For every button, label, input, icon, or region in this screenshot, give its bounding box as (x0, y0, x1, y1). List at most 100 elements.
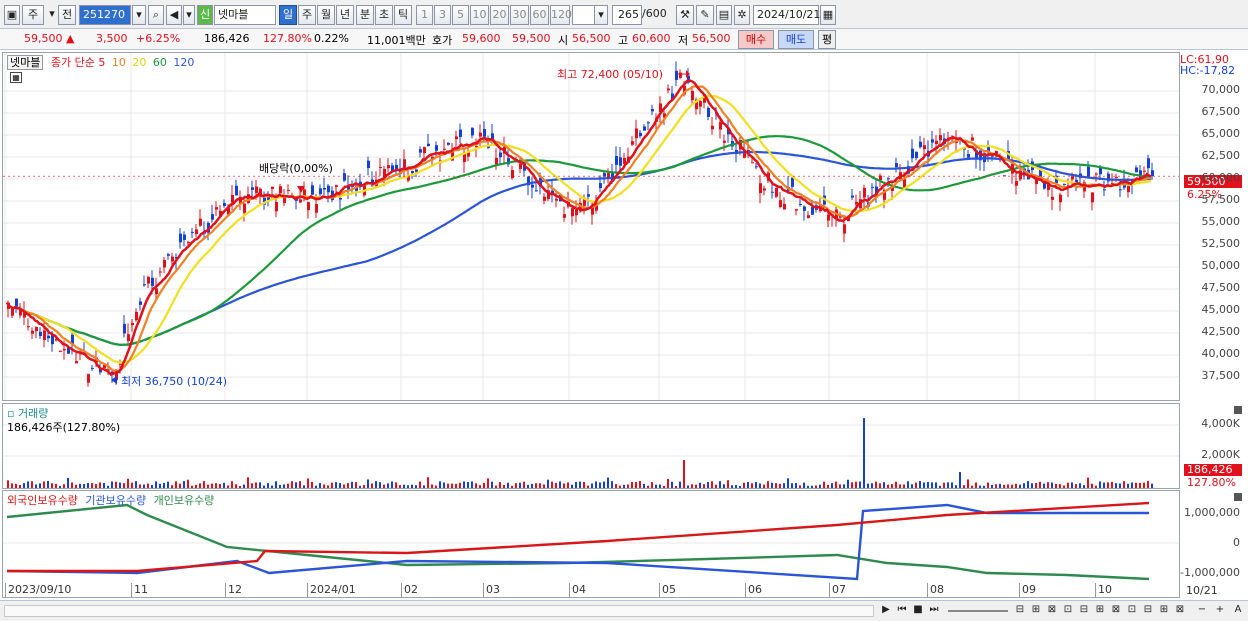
volume-bar (655, 484, 657, 488)
interval-button-3[interactable]: 10 (470, 5, 489, 25)
volume-pane[interactable]: ▫ 거래량 186,426주(127.80%) (2, 403, 1180, 489)
scroll-track[interactable] (4, 605, 874, 617)
volume-bar (1107, 482, 1109, 488)
view-icon-1[interactable]: ⊟ (1012, 603, 1028, 619)
price-chart-pane[interactable]: 넷마블 종가 단순 5 10 20 60 120 ▦ 최고 72,400 (05… (2, 52, 1180, 401)
stop-icon[interactable]: ■ (910, 603, 926, 619)
interval-button-4[interactable]: 20 (490, 5, 509, 25)
save-icon[interactable]: ▤ (716, 5, 732, 25)
volume-bar (879, 483, 881, 488)
stock-name-field[interactable]: 넷마블 (214, 5, 276, 25)
volume-bar (1051, 482, 1053, 488)
volume-bar (191, 485, 193, 488)
zoom-out-icon[interactable]: − (1194, 603, 1210, 619)
date-input[interactable]: 2024/10/21 (753, 5, 820, 25)
bar-count-input[interactable]: 265 (612, 5, 642, 25)
candle-body (151, 277, 154, 286)
close-icon[interactable] (1234, 406, 1242, 414)
volume-bar (699, 482, 701, 488)
candle-body (43, 330, 46, 341)
candle-body (799, 203, 802, 205)
view-icon-7[interactable]: ⊠ (1108, 603, 1124, 619)
legend-stock-name[interactable]: 넷마블 (7, 55, 44, 70)
speaker-icon[interactable]: ◀ (166, 5, 182, 25)
sell-button[interactable]: 매도 (778, 30, 814, 49)
view-icon-6[interactable]: ⊞ (1092, 603, 1108, 619)
close-icon[interactable] (1234, 493, 1242, 501)
volume-bar (19, 485, 21, 488)
dropdown-icon[interactable]: ▾ (47, 5, 57, 25)
candle-body (1119, 189, 1122, 191)
eval-button[interactable]: 평 (818, 30, 836, 49)
interval-button-1[interactable]: 3 (434, 5, 451, 25)
volume-bar (995, 484, 997, 488)
view-icon-9[interactable]: ⊟ (1140, 603, 1156, 619)
volume-bar (555, 482, 557, 488)
interval-button-7[interactable]: 120 (550, 5, 572, 25)
volume-bar (851, 482, 853, 488)
scroll-right-icon[interactable]: ▶ (878, 603, 894, 619)
interval-button-0[interactable]: 1 (416, 5, 433, 25)
legend-institution: 기관보유수량 (85, 494, 147, 507)
volume-bar (219, 484, 221, 488)
period-button-0[interactable]: 일 (279, 5, 297, 25)
candle-body (447, 143, 450, 145)
period-mode-select[interactable]: 주 (22, 5, 44, 25)
view-icon-11[interactable]: ⊠ (1172, 603, 1188, 619)
period-button-2[interactable]: 월 (317, 5, 335, 25)
holdings-axis-tick: -1,000,000 (1180, 566, 1240, 579)
view-icon-3[interactable]: ⊠ (1044, 603, 1060, 619)
candle-body (147, 276, 150, 284)
holdings-pane[interactable]: 외국인보유수량 기관보유수량 개인보유수량 (2, 490, 1180, 584)
table-icon[interactable]: ▦ (10, 72, 22, 83)
period-button-4[interactable]: 분 (356, 5, 374, 25)
interval-button-2[interactable]: 5 (452, 5, 469, 25)
font-size-icon[interactable]: A (1230, 603, 1246, 619)
period-button-5[interactable]: 초 (375, 5, 393, 25)
view-icon-2[interactable]: ⊞ (1028, 603, 1044, 619)
zoom-slider[interactable] (948, 610, 1008, 612)
volume-bar (415, 485, 417, 488)
tools-icon[interactable]: ⚒ (676, 5, 694, 25)
candle-body (299, 199, 302, 203)
fast-forward-icon[interactable]: ⏭ (926, 603, 942, 619)
volume-bar (1151, 483, 1153, 488)
period-button-1[interactable]: 주 (298, 5, 316, 25)
zoom-in-icon[interactable]: + (1212, 603, 1228, 619)
volume-bar (87, 483, 89, 488)
interval-button-6[interactable]: 60 (530, 5, 549, 25)
volume-bar (347, 483, 349, 488)
candle-body (143, 284, 146, 286)
view-icon-10[interactable]: ⊞ (1156, 603, 1172, 619)
interval-button-5[interactable]: 30 (510, 5, 529, 25)
search-icon[interactable]: ⌕ (148, 5, 164, 25)
window-icon[interactable]: ▣ (4, 5, 20, 25)
volume-bar (695, 484, 697, 488)
code-input[interactable]: 251270 (79, 5, 131, 25)
candle-body (223, 203, 226, 206)
view-icon-5[interactable]: ⊟ (1076, 603, 1092, 619)
period-button-6[interactable]: 틱 (394, 5, 412, 25)
prev-button[interactable]: 전 (58, 5, 76, 25)
interval-dropdown-icon[interactable]: ▾ (594, 5, 608, 25)
price-axis: LC:61,90 HC:-17,82 59,500 6.25% 70,000 67… (1180, 52, 1246, 401)
candle-body (639, 132, 642, 137)
price-axis-tick: 50,000 (1201, 259, 1241, 272)
view-icon-8[interactable]: ⊡ (1124, 603, 1140, 619)
code-dropdown-icon[interactable]: ▾ (132, 5, 146, 25)
candle-body (27, 326, 30, 328)
candle-body (599, 183, 602, 189)
volume-bar (979, 485, 981, 488)
volume-axis-tick: 2,000K (1201, 448, 1240, 461)
volume-bar (707, 482, 709, 488)
view-icon-4[interactable]: ⊡ (1060, 603, 1076, 619)
period-button-3[interactable]: 년 (336, 5, 354, 25)
draw-icon[interactable]: ✎ (696, 5, 714, 25)
volume-bar (175, 481, 177, 488)
calendar-icon[interactable]: ▦ (820, 5, 836, 25)
buy-button[interactable]: 매수 (738, 30, 774, 49)
high-label: 고 (618, 34, 629, 47)
rewind-icon[interactable]: ⏮ (894, 603, 910, 619)
menu-dropdown-icon[interactable]: ▾ (183, 5, 195, 25)
gear-icon[interactable]: ✲ (734, 5, 750, 25)
